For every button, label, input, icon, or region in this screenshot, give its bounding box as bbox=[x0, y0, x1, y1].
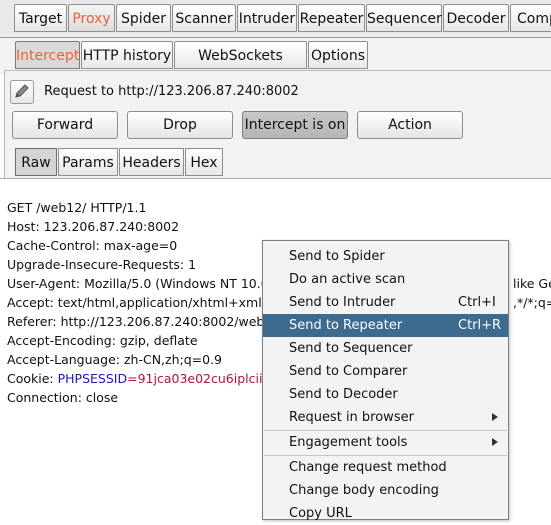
menu-item-label: Send to Repeater bbox=[289, 318, 403, 333]
tab-options[interactable]: Options bbox=[308, 41, 368, 69]
cookie-value: =91jca03e02cu6iplciiq3 bbox=[127, 371, 279, 386]
header-accept: Accept: text/html,application/xhtml+xml,… bbox=[7, 295, 290, 310]
header-user-agent-tail: like Ge bbox=[513, 276, 551, 291]
tab-scanner[interactable]: Scanner bbox=[172, 4, 236, 32]
tab-sequencer[interactable]: Sequencer bbox=[366, 4, 442, 32]
menu-item-active-scan[interactable]: Do an active scan bbox=[263, 268, 508, 291]
menu-item-send-to-sequencer[interactable]: Send to Sequencer bbox=[263, 337, 508, 360]
menu-item-send-to-spider[interactable]: Send to Spider bbox=[263, 245, 508, 268]
menu-item-label: Send to Sequencer bbox=[289, 341, 413, 356]
tab-http-history[interactable]: HTTP history bbox=[81, 41, 173, 69]
menu-item-shortcut: Ctrl+I bbox=[458, 295, 496, 310]
chevron-right-icon bbox=[492, 438, 498, 446]
menu-item-request-in-browser[interactable]: Request in browser bbox=[263, 406, 508, 429]
tab-raw[interactable]: Raw bbox=[15, 148, 57, 176]
menu-item-shortcut: Ctrl+R bbox=[458, 318, 502, 333]
tool-tab-bar: Target Proxy Spider Scanner Intruder Rep… bbox=[0, 0, 551, 38]
menu-item-engagement-tools[interactable]: Engagement tools bbox=[263, 431, 508, 454]
menu-item-change-body-encoding[interactable]: Change body encoding bbox=[263, 479, 508, 502]
tab-repeater[interactable]: Repeater bbox=[298, 4, 365, 32]
menu-item-send-to-repeater[interactable]: Send to Repeater Ctrl+R bbox=[263, 314, 508, 337]
menu-item-send-to-decoder[interactable]: Send to Decoder bbox=[263, 383, 508, 406]
header-cache-control: Cache-Control: max-age=0 bbox=[7, 238, 178, 253]
intercept-toggle-button[interactable]: Intercept is on bbox=[242, 111, 348, 139]
menu-item-label: Engagement tools bbox=[289, 435, 408, 450]
header-accept-encoding: Accept-Encoding: gzip, deflate bbox=[7, 333, 198, 348]
menu-item-send-to-intruder[interactable]: Send to Intruder Ctrl+I bbox=[263, 291, 508, 314]
menu-item-send-to-comparer[interactable]: Send to Comparer bbox=[263, 360, 508, 383]
menu-item-label: Send to Decoder bbox=[289, 387, 398, 402]
menu-item-label: Send to Intruder bbox=[289, 295, 396, 310]
tab-decoder[interactable]: Decoder bbox=[443, 4, 509, 32]
menu-item-change-request-method[interactable]: Change request method bbox=[263, 456, 508, 479]
menu-item-label: Copy URL bbox=[289, 506, 352, 521]
action-button[interactable]: Action bbox=[357, 111, 463, 139]
context-menu: Send to Spider Do an active scan Send to… bbox=[262, 240, 509, 521]
tab-hex[interactable]: Hex bbox=[185, 148, 223, 176]
menu-item-label: Send to Spider bbox=[289, 249, 385, 264]
menu-item-label: Send to Comparer bbox=[289, 364, 408, 379]
chevron-right-icon bbox=[492, 413, 498, 421]
tab-comparer[interactable]: Comp bbox=[510, 4, 551, 32]
tab-proxy[interactable]: Proxy bbox=[68, 4, 115, 32]
menu-item-label: Change body encoding bbox=[289, 483, 439, 498]
tab-websockets-history[interactable]: WebSockets history bbox=[174, 41, 307, 92]
cookie-prefix: Cookie: bbox=[7, 371, 58, 386]
tab-params[interactable]: Params bbox=[58, 148, 118, 176]
header-user-agent: User-Agent: Mozilla/5.0 (Windows NT 10.0… bbox=[7, 276, 273, 291]
header-connection: Connection: close bbox=[7, 390, 119, 405]
header-cookie: Cookie: PHPSESSID=91jca03e02cu6iplciiq3 bbox=[7, 371, 278, 386]
tab-intercept[interactable]: Intercept bbox=[15, 41, 80, 69]
request-target-label: Request to http://123.206.87.240:8002 bbox=[44, 84, 299, 99]
tab-intruder[interactable]: Intruder bbox=[237, 4, 297, 32]
menu-item-label: Change request method bbox=[289, 460, 447, 475]
menu-item-copy-url[interactable]: Copy URL bbox=[263, 502, 508, 525]
header-accept-language: Accept-Language: zh-CN,zh;q=0.9 bbox=[7, 352, 223, 367]
tab-spider[interactable]: Spider bbox=[116, 4, 171, 32]
header-upgrade: Upgrade-Insecure-Requests: 1 bbox=[7, 257, 197, 272]
request-line: GET /web12/ HTTP/1.1 bbox=[7, 200, 147, 215]
cookie-name: PHPSESSID bbox=[57, 371, 128, 386]
tab-headers[interactable]: Headers bbox=[119, 148, 184, 176]
menu-item-label: Request in browser bbox=[289, 410, 414, 425]
tab-target[interactable]: Target bbox=[14, 4, 67, 32]
pencil-icon[interactable] bbox=[10, 80, 34, 104]
drop-button[interactable]: Drop bbox=[127, 111, 233, 139]
menu-item-label: Do an active scan bbox=[289, 272, 406, 287]
header-host: Host: 123.206.87.240:8002 bbox=[7, 219, 180, 234]
header-accept-tail: ,*/*;q=0 bbox=[513, 295, 551, 310]
header-referer: Referer: http://123.206.87.240:8002/web1… bbox=[7, 314, 285, 329]
forward-button[interactable]: Forward bbox=[12, 111, 118, 139]
